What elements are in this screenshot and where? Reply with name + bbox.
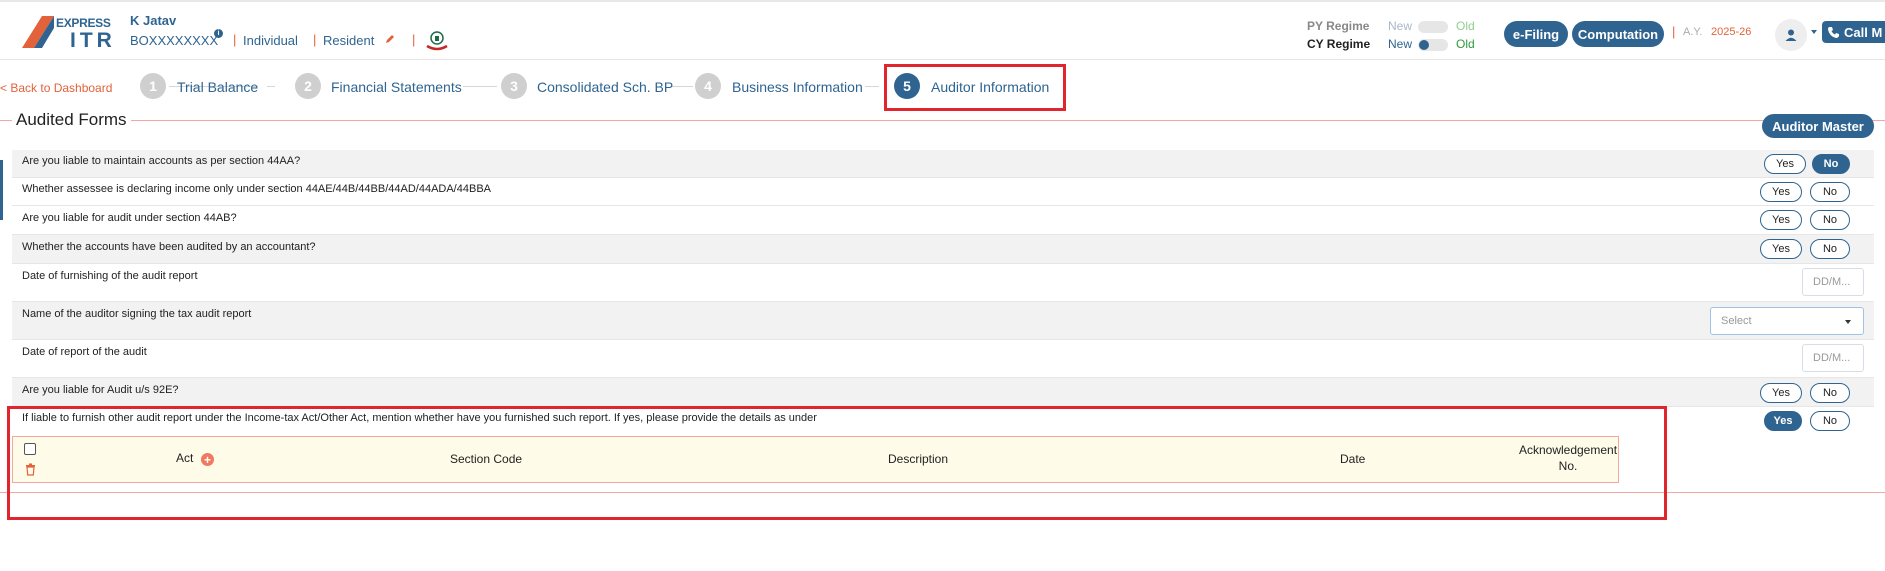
- pencil-icon[interactable]: [384, 33, 396, 45]
- yes-button[interactable]: Yes: [1764, 154, 1806, 174]
- date-report-input[interactable]: DD/M...: [1802, 344, 1864, 372]
- separator: |: [412, 32, 416, 47]
- yes-button[interactable]: Yes: [1760, 182, 1802, 202]
- back-to-dashboard-link[interactable]: < Back to Dashboard: [0, 81, 112, 95]
- auditor-name-select[interactable]: Select: [1710, 307, 1864, 335]
- top-header: EXPRESS ITR K Jatav BOXXXXXXXX i | Indiv…: [0, 0, 1885, 60]
- step-connector: [267, 86, 275, 87]
- step-4-number[interactable]: 4: [695, 73, 721, 99]
- side-handle: [0, 160, 3, 220]
- step-3-number[interactable]: 3: [501, 73, 527, 99]
- question-row-92e: Are you liable for Audit u/s 92E? Yes No: [12, 378, 1874, 407]
- section-top-border: [0, 120, 1885, 121]
- ay-label: A.Y.: [1683, 26, 1703, 38]
- question-row-date-report: Date of report of the audit DD/M...: [12, 340, 1874, 378]
- question-row-auditor-name: Name of the auditor signing the tax audi…: [12, 302, 1874, 340]
- question-row-audited-accountant: Whether the accounts have been audited b…: [12, 235, 1874, 264]
- step-connector: [463, 86, 497, 87]
- section-title: Audited Forms: [12, 110, 131, 130]
- no-button[interactable]: No: [1810, 182, 1850, 202]
- no-button[interactable]: No: [1810, 239, 1850, 259]
- step-connector: [865, 86, 879, 87]
- user-icon: [1785, 29, 1797, 41]
- py-old-label: Old: [1456, 19, 1475, 33]
- logo[interactable]: EXPRESS ITR: [20, 12, 120, 52]
- step-1-number[interactable]: 1: [140, 73, 166, 99]
- cy-regime-toggle[interactable]: [1418, 39, 1448, 51]
- question-row-date-furnishing: Date of furnishing of the audit report D…: [12, 264, 1874, 302]
- user-name: K Jatav: [130, 13, 177, 28]
- question-text: Are you liable to maintain accounts as p…: [22, 155, 301, 167]
- highlight-box-table: [7, 406, 1667, 520]
- no-button[interactable]: No: [1812, 154, 1850, 174]
- residency-status[interactable]: Resident: [323, 33, 374, 48]
- cy-new-label: New: [1388, 37, 1413, 51]
- govt-emblem-icon: [426, 31, 448, 51]
- question-text: Are you liable for audit under section 4…: [22, 212, 237, 224]
- taxpayer-status[interactable]: Individual: [243, 33, 298, 48]
- no-button[interactable]: No: [1810, 383, 1850, 403]
- step-2-number[interactable]: 2: [295, 73, 321, 99]
- logo-mark-icon: [22, 16, 54, 48]
- cy-old-label: Old: [1456, 37, 1475, 51]
- yes-button[interactable]: Yes: [1764, 411, 1802, 431]
- yes-button[interactable]: Yes: [1760, 383, 1802, 403]
- step-financial-statements[interactable]: Financial Statements: [331, 79, 462, 95]
- question-text: Name of the auditor signing the tax audi…: [22, 308, 252, 320]
- question-row-presumptive: Whether assessee is declaring income onl…: [12, 178, 1874, 206]
- chevron-down-icon: [1845, 320, 1851, 324]
- cy-regime-label: CY Regime: [1307, 37, 1371, 51]
- info-icon[interactable]: i: [214, 29, 223, 38]
- date-furnishing-input[interactable]: DD/M...: [1802, 268, 1864, 296]
- question-text: Are you liable for Audit u/s 92E?: [22, 384, 179, 396]
- no-button[interactable]: No: [1810, 411, 1850, 431]
- select-value: Select: [1721, 315, 1752, 327]
- logo-text-bottom: ITR: [70, 29, 116, 52]
- call-label: Call M: [1844, 24, 1883, 40]
- ay-value: 2025-26: [1711, 26, 1752, 38]
- py-regime-label: PY Regime: [1307, 19, 1370, 33]
- step-consolidated-sch-bp[interactable]: Consolidated Sch. BP: [537, 79, 673, 95]
- question-row-44aa: Are you liable to maintain accounts as p…: [12, 150, 1874, 178]
- phone-icon: [1828, 26, 1839, 38]
- pan-number: BOXXXXXXXX: [130, 33, 219, 48]
- py-new-label: New: [1388, 19, 1413, 33]
- user-avatar[interactable]: [1775, 19, 1807, 51]
- question-text: Whether the accounts have been audited b…: [22, 241, 316, 253]
- separator: |: [233, 32, 237, 47]
- question-text: Whether assessee is declaring income onl…: [22, 183, 491, 195]
- auditor-master-button[interactable]: Auditor Master: [1762, 114, 1874, 138]
- step-connector: [671, 86, 693, 87]
- efiling-button[interactable]: e-Filing: [1504, 21, 1568, 47]
- step-5-number[interactable]: 5: [894, 73, 920, 99]
- no-button[interactable]: No: [1810, 210, 1850, 230]
- computation-button[interactable]: Computation: [1572, 21, 1664, 47]
- py-regime-toggle: [1418, 21, 1448, 33]
- separator: |: [1672, 24, 1676, 39]
- yes-button[interactable]: Yes: [1760, 239, 1802, 259]
- question-text: Date of report of the audit: [22, 346, 147, 358]
- separator: |: [313, 32, 317, 47]
- chevron-down-icon[interactable]: [1811, 30, 1817, 34]
- call-button[interactable]: Call M: [1822, 21, 1885, 43]
- yes-button[interactable]: Yes: [1760, 210, 1802, 230]
- question-text: Date of furnishing of the audit report: [22, 270, 198, 282]
- step-trial-balance[interactable]: Trial Balance: [177, 79, 258, 95]
- question-row-44ab: Are you liable for audit under section 4…: [12, 206, 1874, 235]
- logo-text-top: EXPRESS: [56, 16, 111, 30]
- toggle-knob: [1419, 40, 1429, 50]
- step-auditor-information[interactable]: Auditor Information: [931, 79, 1049, 95]
- step-business-information[interactable]: Business Information: [732, 79, 863, 95]
